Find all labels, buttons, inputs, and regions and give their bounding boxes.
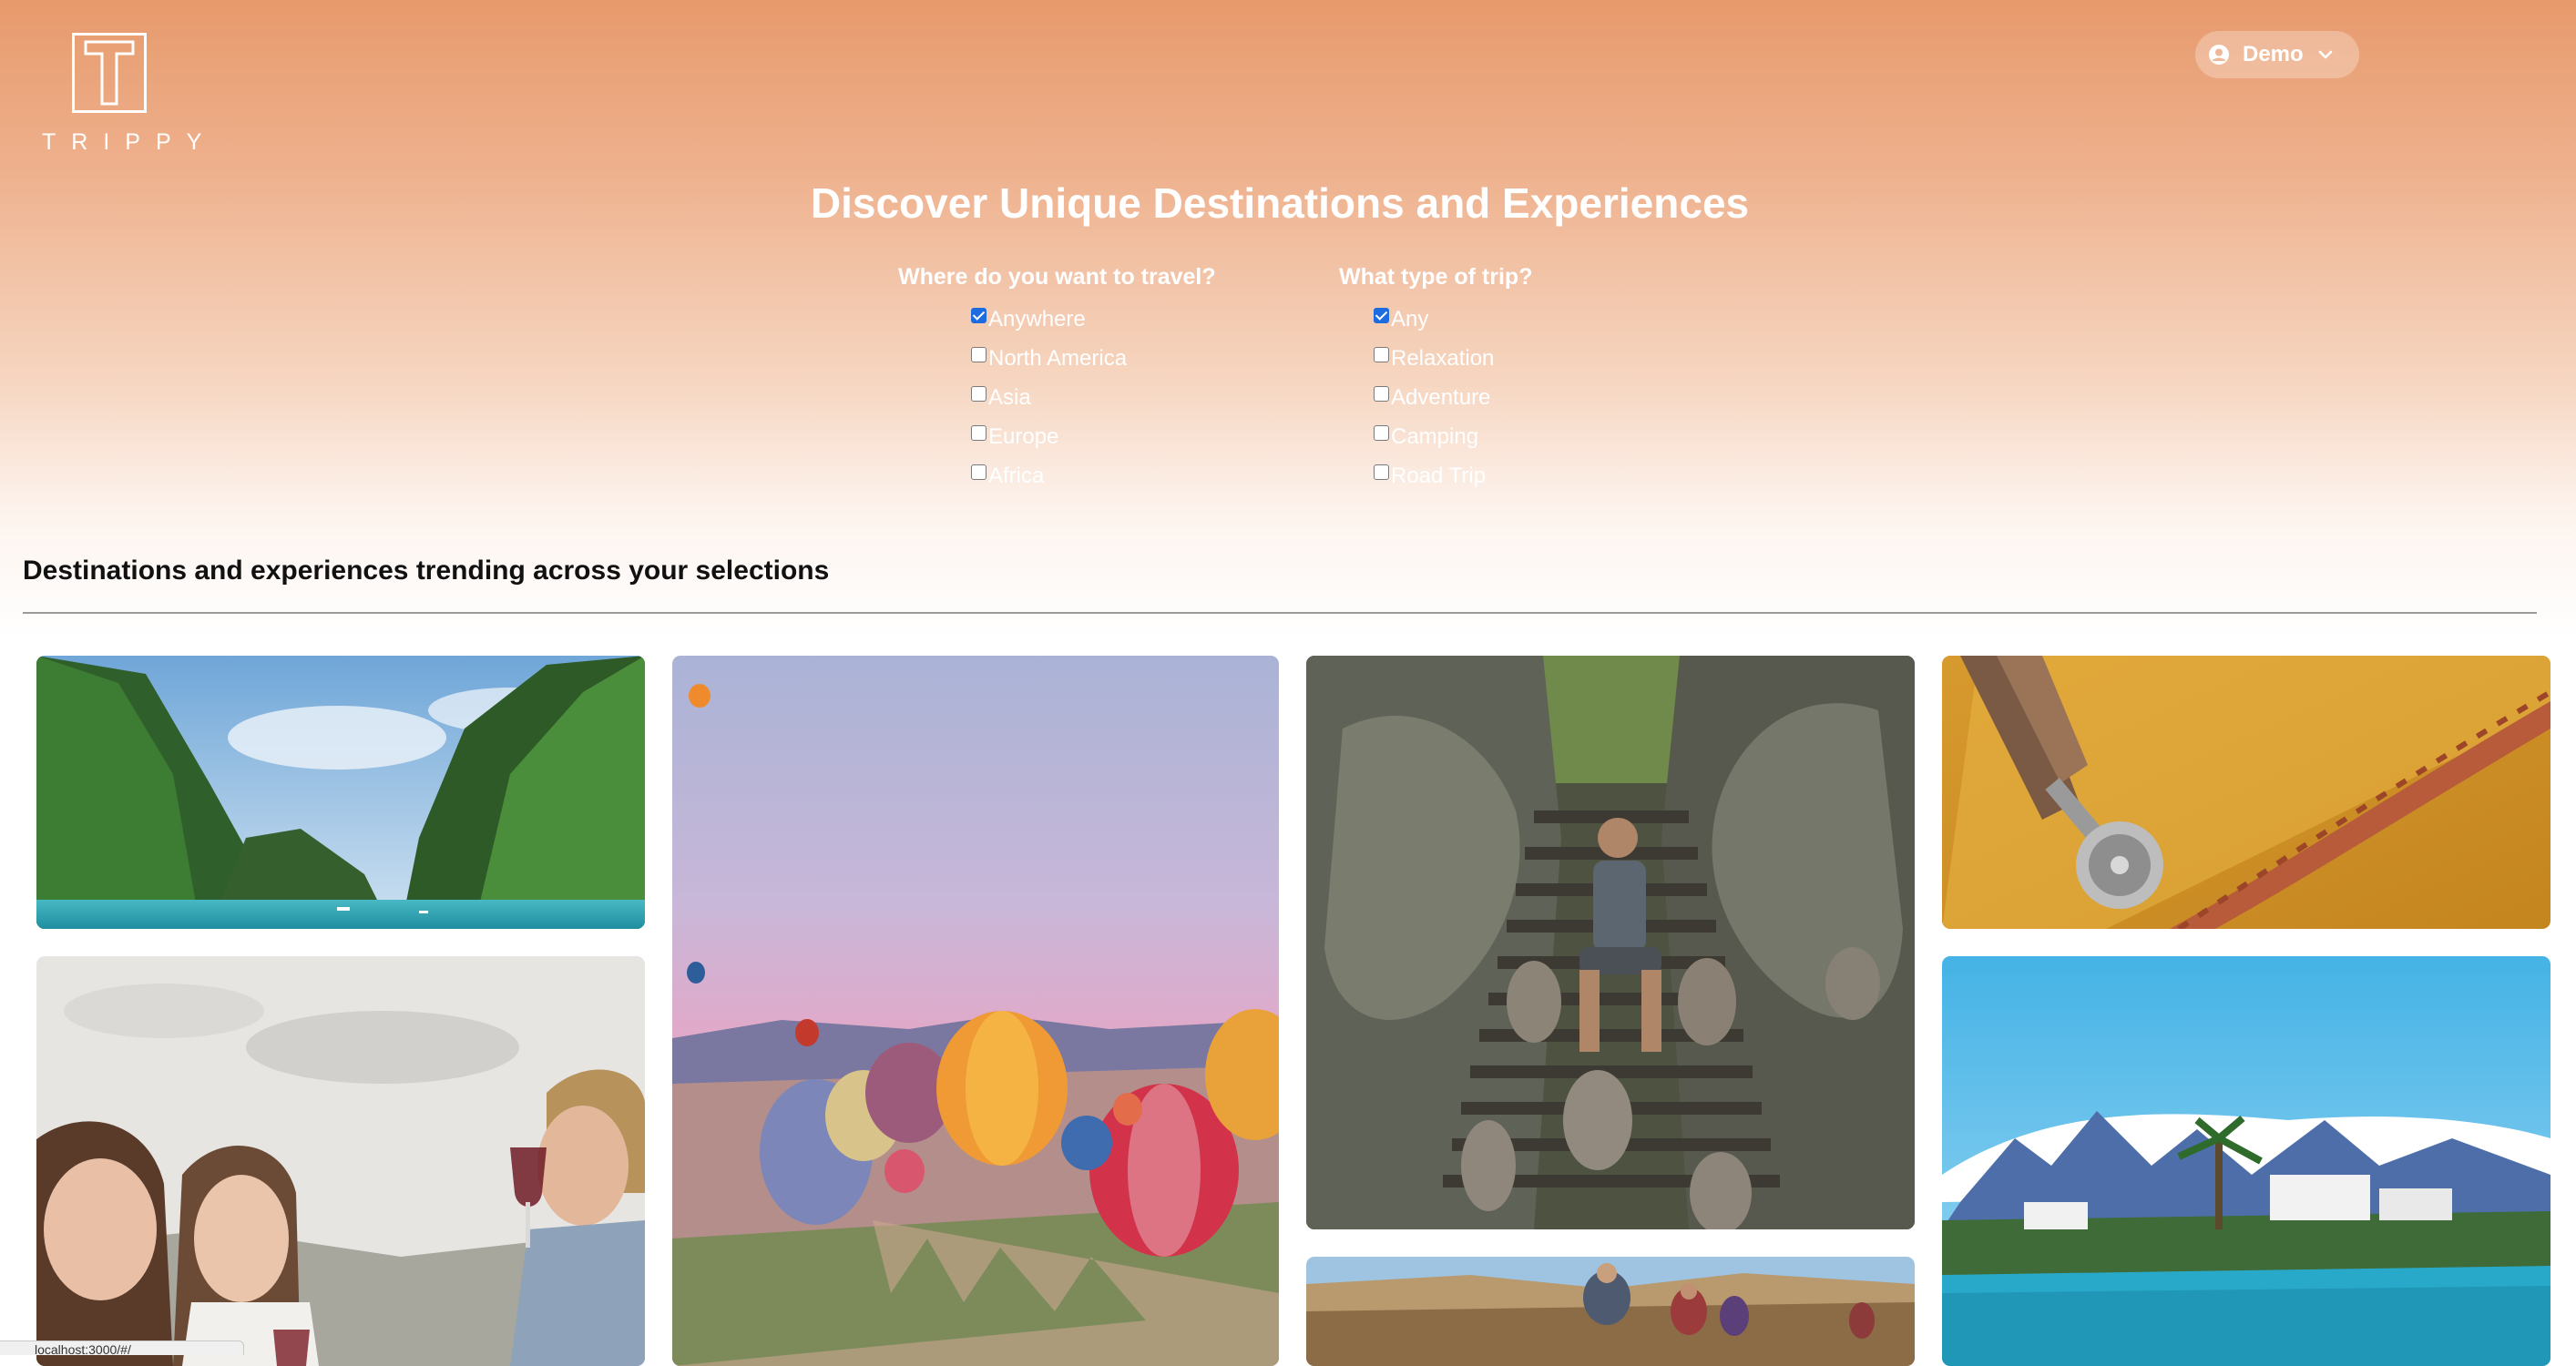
trip-type-option-label: Any [1391,306,1429,331]
destination-filter-title: Where do you want to travel? [898,264,1216,290]
destination-option-label: North America [988,345,1128,371]
destination-card[interactable] [1942,656,2550,929]
destination-option-label: Anywhere [988,306,1086,331]
destination-checkbox[interactable] [971,464,986,480]
destination-checkbox[interactable] [971,425,986,441]
trippy-logo[interactable]: TRIPPY [33,33,218,156]
card-image-coast [1942,956,2550,1366]
section-divider [23,612,2537,614]
user-name: Demo [2243,42,2304,66]
card-image-cliffs [36,656,645,929]
trip-type-option-label: Camping [1391,423,1479,449]
destination-card[interactable] [36,956,645,1366]
destination-option-label: Asia [988,384,1031,410]
card-image-wine [36,956,645,1366]
destination-option-label: Europe [988,423,1059,449]
card-image-desert [1306,1257,1915,1366]
trip-type-option-label: Relaxation [1391,345,1495,371]
logo-t-glyph [84,40,135,106]
destination-card[interactable] [672,656,1279,1366]
destination-card[interactable] [1942,956,2550,1366]
destination-card[interactable] [36,656,645,929]
trip-type-option[interactable]: Any [1374,300,1532,339]
trip-type-options: Any Relaxation Adventure Camping Road Trip [1339,300,1532,495]
logo-mark [72,33,147,113]
trip-type-filter-title: What type of trip? [1339,264,1533,290]
user-circle-icon [2209,45,2229,65]
page-title: Discover Unique Destinations and Experie… [810,179,1750,227]
trip-type-checkbox[interactable] [1374,464,1389,480]
card-image-balloons [672,656,1279,1366]
trip-type-checkbox[interactable] [1374,308,1389,323]
card-image-pastry [1942,656,2550,929]
destination-option[interactable]: Africa [971,456,1216,495]
card-image-temple [1306,656,1915,1229]
destination-option[interactable]: Anywhere [971,300,1216,339]
destination-checkbox[interactable] [971,386,986,402]
destination-checkbox[interactable] [971,347,986,362]
trip-type-option-label: Road Trip [1391,463,1487,488]
destination-card[interactable] [1306,656,1915,1229]
browser-status-url: localhost:3000/#/ [0,1341,244,1355]
trip-type-option-label: Adventure [1391,384,1491,410]
trip-type-option[interactable]: Relaxation [1374,339,1532,378]
user-menu-button[interactable]: Demo [2195,31,2359,78]
logo-wordmark: TRIPPY [42,129,218,155]
trending-section-title: Destinations and experiences trending ac… [23,556,830,586]
destination-option[interactable]: Europe [971,417,1216,456]
trip-type-option[interactable]: Road Trip [1374,456,1532,495]
trip-type-checkbox[interactable] [1374,425,1389,441]
destination-option-label: Africa [988,463,1045,488]
destination-option[interactable]: Asia [971,378,1216,417]
trip-type-option[interactable]: Adventure [1374,378,1532,417]
trip-type-option[interactable]: Camping [1374,417,1532,456]
trip-type-filter: What type of trip? Any Relaxation Adventur… [1339,264,1532,495]
destination-filter: Where do you want to travel? Anywhere Nor… [898,264,1216,495]
destination-card[interactable] [1306,1257,1915,1366]
destination-option[interactable]: North America [971,339,1216,378]
trip-type-checkbox[interactable] [1374,386,1389,402]
trip-type-checkbox[interactable] [1374,347,1389,362]
chevron-down-icon [2318,50,2332,59]
destination-options: Anywhere North America Asia Europe Africa [898,300,1216,495]
destination-checkbox[interactable] [971,308,986,323]
